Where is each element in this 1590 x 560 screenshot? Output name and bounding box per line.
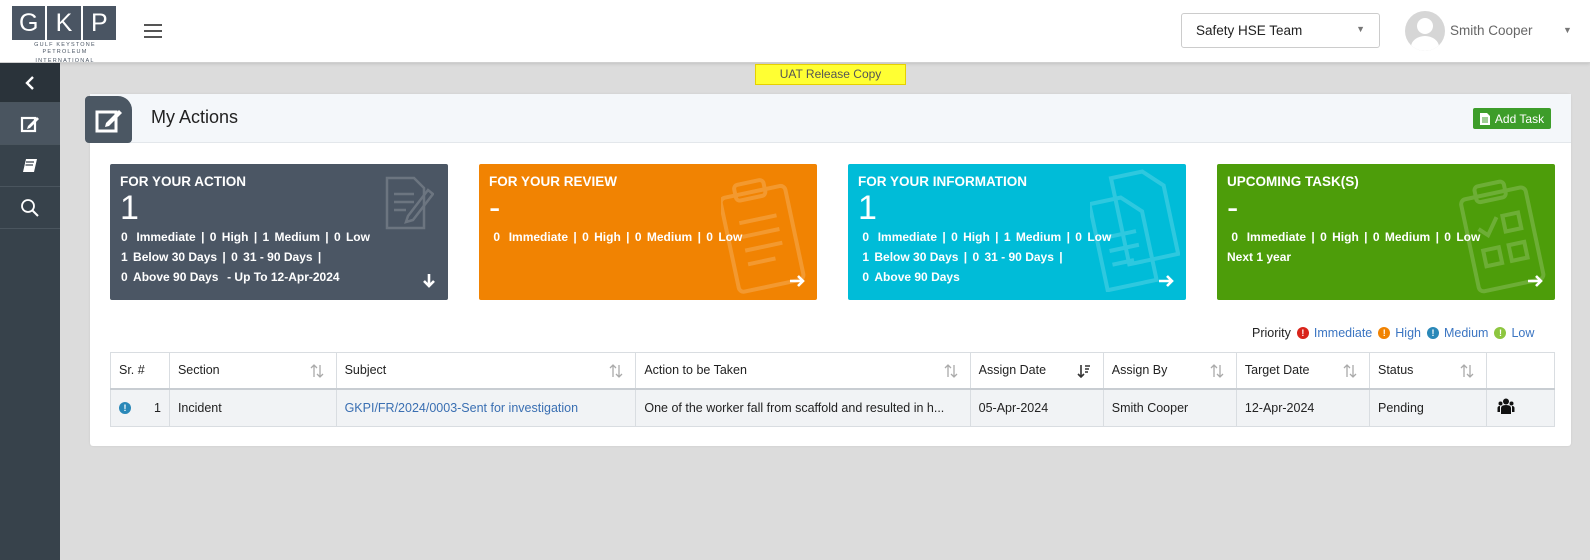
user-avatar[interactable] xyxy=(1405,11,1445,51)
actions-table: Sr. # Section Subject Action to be Taken… xyxy=(110,352,1556,427)
my-actions-panel: My Actions Add Task FOR YOUR ACTION 1 0 … xyxy=(85,94,1571,446)
logo-letter-g: G xyxy=(12,6,46,40)
table-row[interactable]: ! 1 Incident GKPI/FR/2024/0003-Sent for … xyxy=(110,388,1556,427)
chevron-down-icon: ▼ xyxy=(1356,24,1365,34)
user-name[interactable]: Smith Cooper xyxy=(1450,23,1533,38)
chevron-left-icon xyxy=(25,75,34,90)
arrow-right-icon[interactable] xyxy=(1527,274,1543,288)
cell-assign-date: 05-Apr-2024 xyxy=(969,388,1104,427)
card-for-your-review[interactable]: FOR YOUR REVIEW - 0 Immediate | 0 High |… xyxy=(479,164,817,300)
cell-section: Incident xyxy=(168,388,337,427)
priority-medium-icon: ! xyxy=(119,402,131,415)
search-icon xyxy=(21,198,39,217)
sort-icon[interactable] xyxy=(1210,364,1224,378)
arrow-down-icon[interactable] xyxy=(422,273,436,288)
logo-letter-p: P xyxy=(82,6,116,40)
user-menu-chevron-icon[interactable]: ▼ xyxy=(1563,25,1572,35)
exclamation-icon: ! xyxy=(1426,327,1439,339)
sidebar-item-search[interactable] xyxy=(0,187,60,229)
cell-target-date: 12-Apr-2024 xyxy=(1235,388,1370,427)
col-sr[interactable]: Sr. # xyxy=(110,352,170,389)
cell-subject[interactable]: GKPI/FR/2024/0003-Sent for investigation xyxy=(335,388,637,427)
file-icon xyxy=(1479,112,1490,125)
card-above-line: 0 Above 90 Days - Up To 12-Apr-2024 xyxy=(121,270,340,284)
cell-row-actions xyxy=(1485,388,1556,427)
col-status[interactable]: Status xyxy=(1368,352,1487,389)
subject-link[interactable]: GKPI/FR/2024/0003-Sent for investigation xyxy=(345,401,578,415)
sort-icon[interactable] xyxy=(310,364,324,378)
col-target-date[interactable]: Target Date xyxy=(1235,352,1370,389)
sort-desc-icon[interactable] xyxy=(1077,364,1091,378)
book-icon xyxy=(23,158,37,172)
card-for-your-action[interactable]: FOR YOUR ACTION 1 0 Immediate | 0 High |… xyxy=(110,164,448,300)
panel-header: My Actions Add Task xyxy=(85,94,1571,143)
exclamation-icon: ! xyxy=(1378,327,1391,339)
priority-immediate[interactable]: ! Immediate xyxy=(1296,326,1372,340)
cell-sr: ! 1 xyxy=(110,388,170,427)
document-edit-icon xyxy=(385,176,434,230)
sort-icon[interactable] xyxy=(944,364,958,378)
logo-subtitle: GULF KEYSTONE PETROLEUM xyxy=(34,42,96,55)
cell-action: One of the worker fall from scaffold and… xyxy=(635,388,971,427)
col-subject[interactable]: Subject xyxy=(335,352,637,389)
cell-assign-by: Smith Cooper xyxy=(1102,388,1237,427)
sidebar-item-book[interactable] xyxy=(0,145,60,187)
card-for-your-information[interactable]: FOR YOUR INFORMATION 1 0 Immediate | 0 H… xyxy=(848,164,1186,300)
priority-low[interactable]: ! Low xyxy=(1494,326,1534,340)
team-select-value: Safety HSE Team xyxy=(1196,23,1303,38)
menu-icon[interactable] xyxy=(144,24,162,38)
panel-edit-icon xyxy=(85,96,132,143)
add-task-button[interactable]: Add Task xyxy=(1473,108,1551,129)
sidebar-collapse-button[interactable] xyxy=(0,63,60,103)
sidebar-item-my-actions[interactable] xyxy=(0,103,60,145)
col-action[interactable]: Action to be Taken xyxy=(635,352,971,389)
add-task-label: Add Task xyxy=(1494,111,1545,126)
arrow-right-icon[interactable] xyxy=(789,274,805,288)
exclamation-icon: ! xyxy=(1494,327,1507,339)
priority-label: Priority xyxy=(1252,326,1291,340)
col-assign-by[interactable]: Assign By xyxy=(1102,352,1237,389)
priority-medium[interactable]: ! Medium xyxy=(1426,326,1488,340)
table-header-row: Sr. # Section Subject Action to be Taken… xyxy=(110,352,1556,389)
sort-icon[interactable] xyxy=(1343,364,1357,378)
team-select[interactable]: Safety HSE Team ▼ xyxy=(1181,13,1380,48)
exclamation-icon: ! xyxy=(1296,327,1309,339)
card-priority-line: 0 Immediate | 0 High | 1 Medium | 0 Low xyxy=(121,230,370,244)
card-upcoming-tasks[interactable]: UPCOMING TASK(S) - 0 Immediate | 0 High … xyxy=(1217,164,1555,300)
arrow-right-icon[interactable] xyxy=(1158,274,1174,288)
sort-icon[interactable] xyxy=(1460,364,1474,378)
col-actions xyxy=(1485,352,1556,389)
cell-status: Pending xyxy=(1368,388,1487,427)
top-header: G K P GULF KEYSTONE PETROLEUM INTERNATIO… xyxy=(0,0,1590,64)
card-days-line: 1 Below 30 Days | 0 31 - 90 Days | xyxy=(121,250,322,264)
page-title: My Actions xyxy=(151,107,239,127)
uat-release-banner: UAT Release Copy xyxy=(755,64,906,85)
edit-icon xyxy=(20,116,39,132)
users-icon[interactable] xyxy=(1497,397,1515,415)
sidebar xyxy=(0,63,60,560)
priority-high[interactable]: ! High xyxy=(1378,326,1421,340)
logo-letter-k: K xyxy=(47,6,81,40)
priority-legend: Priority ! Immediate ! High ! Medium ! L… xyxy=(1252,326,1540,340)
col-assign-date[interactable]: Assign Date xyxy=(969,352,1104,389)
col-section[interactable]: Section xyxy=(168,352,337,389)
sort-icon[interactable] xyxy=(609,364,623,378)
company-logo[interactable]: G K P GULF KEYSTONE PETROLEUM INTERNATIO… xyxy=(12,6,118,64)
